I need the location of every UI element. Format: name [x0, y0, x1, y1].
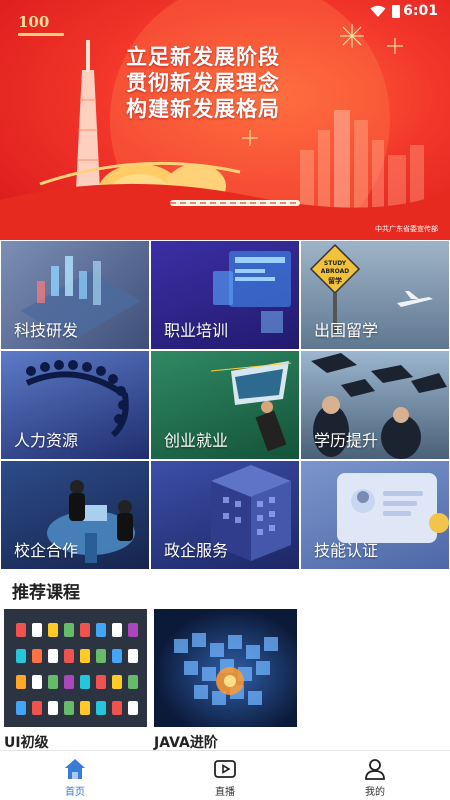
sign-text: 留学 [328, 276, 342, 285]
slogan-line: 贯彻新发展理念 [126, 71, 280, 95]
category-tile-skill-certification[interactable]: 技能认证 [301, 461, 449, 569]
battery-icon [392, 5, 400, 18]
category-label: 政企服务 [164, 541, 229, 560]
profile-icon [365, 759, 385, 780]
course-thumbnail [16, 623, 138, 715]
status-bar: 6:01 [0, 0, 450, 24]
slogan-line: 构建新发展格局 [126, 97, 280, 121]
tab-label: 我的 [365, 787, 385, 798]
tab-live[interactable]: 直播 [150, 751, 300, 800]
category-label: 科技研发 [14, 321, 79, 340]
category-tile-vocational-training[interactable]: 职业培训 [151, 241, 299, 349]
tab-home[interactable]: 首页 [0, 751, 150, 800]
category-tile-education-upgrade[interactable]: 学历提升 [301, 351, 449, 459]
course-card-ui-basic[interactable] [4, 609, 147, 727]
category-tile-government-service[interactable]: 政企服务 [151, 461, 299, 569]
category-label: 人力资源 [14, 431, 79, 450]
hero-banner[interactable]: 100 立足新发展阶段 贯彻新发展理念 构建新发展格局 中共广东省委宣传部 [0, 0, 450, 240]
category-tile-school-enterprise[interactable]: 校企合作 [1, 461, 149, 569]
banner-slogan: 立足新发展阶段 贯彻新发展理念 构建新发展格局 [126, 44, 280, 122]
live-icon [214, 760, 236, 778]
banner-publisher: 中共广东省委宣传部 [375, 225, 438, 233]
category-grid: 科技研发 职业培训 STUDY ABROAD 留学 出国留学 人力资源 创业就业… [0, 241, 450, 571]
category-label: 技能认证 [314, 541, 379, 560]
course-thumbnail [174, 633, 278, 705]
course-card-java-advanced[interactable] [154, 609, 297, 727]
home-icon [65, 759, 85, 779]
bottom-tab-bar: 首页 直播 我的 [0, 750, 450, 800]
status-time: 6:01 [403, 3, 438, 19]
category-tile-human-resources[interactable]: 人力资源 [1, 351, 149, 459]
tab-profile[interactable]: 我的 [300, 751, 450, 800]
section-title-recommended: 推荐课程 [12, 583, 80, 603]
app-screen: 100 立足新发展阶段 贯彻新发展理念 构建新发展格局 中共广东省委宣传部 6:… [0, 0, 450, 800]
sign-text: ABROAD [321, 268, 349, 275]
category-tile-study-abroad[interactable]: STUDY ABROAD 留学 出国留学 [301, 241, 449, 349]
tab-label: 直播 [215, 787, 235, 798]
course-name[interactable]: JAVA进阶 [154, 732, 218, 752]
category-label: 校企合作 [14, 541, 79, 560]
category-tile-tech-rd[interactable]: 科技研发 [1, 241, 149, 349]
category-tile-entrepreneurship[interactable]: 创业就业 [151, 351, 299, 459]
wifi-icon [370, 5, 386, 17]
slogan-line: 立足新发展阶段 [126, 45, 280, 69]
sign-text: STUDY [324, 260, 347, 267]
category-label: 职业培训 [164, 321, 229, 340]
category-label: 创业就业 [164, 431, 229, 450]
category-label: 学历提升 [314, 431, 379, 450]
course-name[interactable]: UI初级 [4, 732, 49, 752]
category-label: 出国留学 [314, 321, 379, 340]
tab-label: 首页 [65, 787, 85, 798]
